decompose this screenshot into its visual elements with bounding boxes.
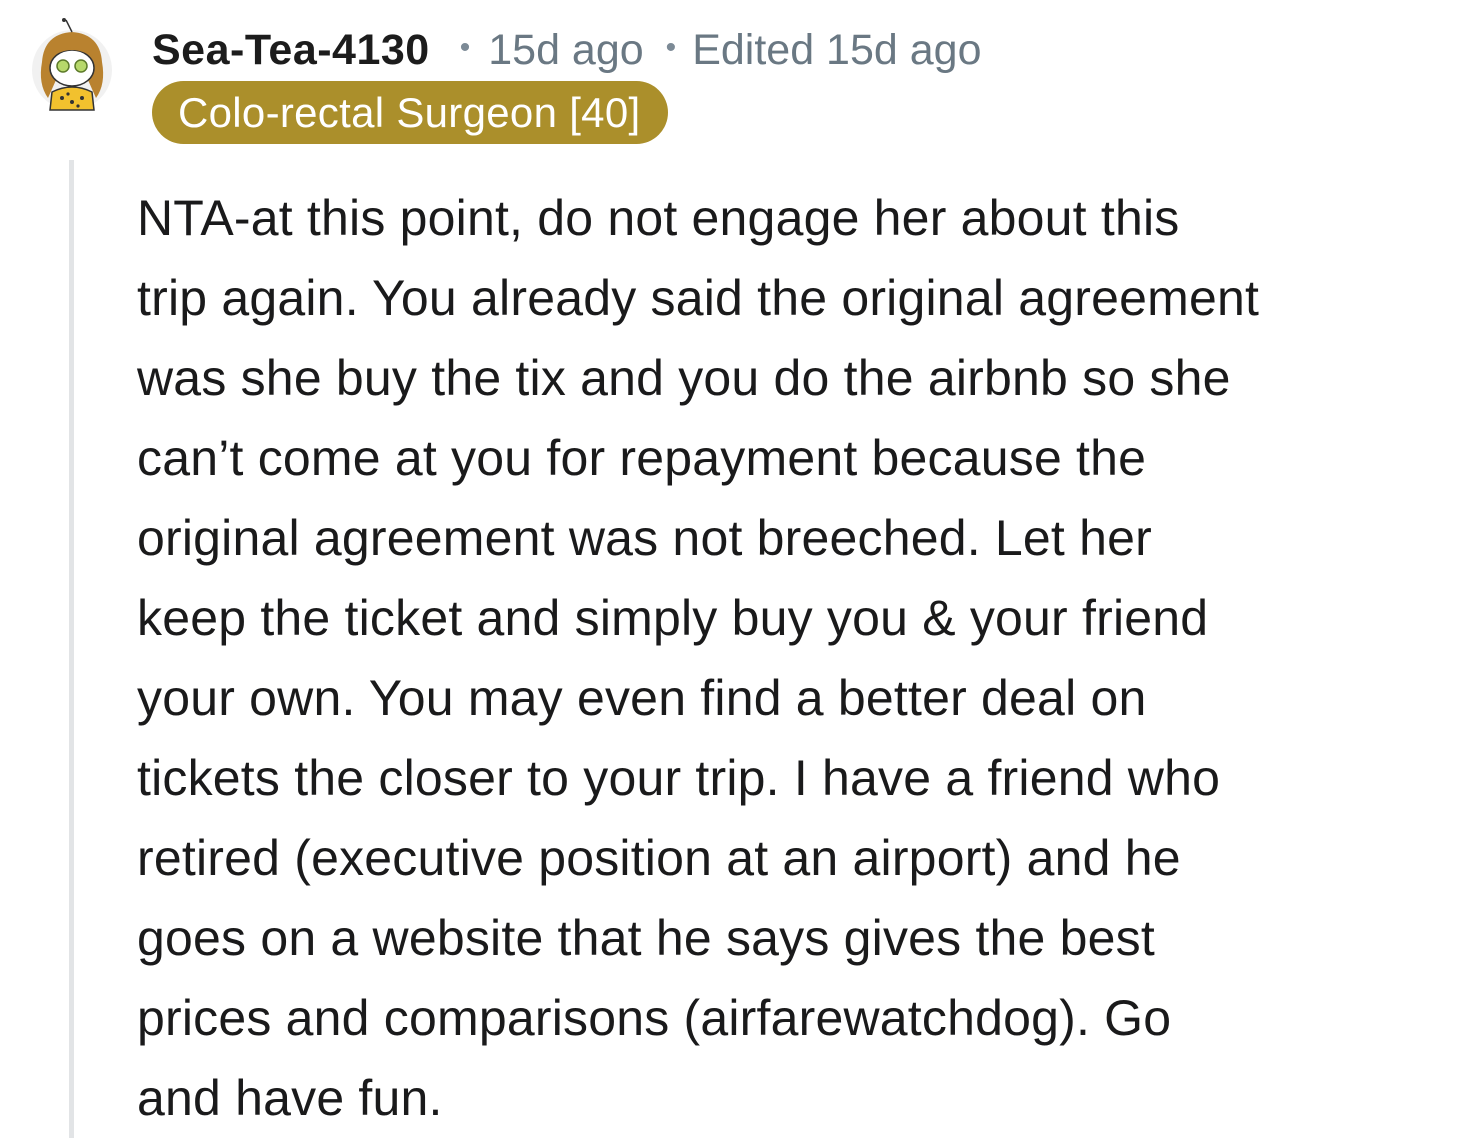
edited-timestamp: Edited 15d ago xyxy=(692,25,982,74)
thread-collapse-line[interactable] xyxy=(69,160,74,1138)
comment-text-line: keep the ticket and simply buy you & you… xyxy=(137,590,1209,646)
meta-separator: • xyxy=(459,31,471,64)
comment-text-line: original agreement was not breeched. Let… xyxy=(137,510,1152,566)
comment-text-line: your own. You may even find a better dea… xyxy=(137,670,1147,726)
author-username[interactable]: Sea-Tea-4130 xyxy=(152,26,430,75)
comment-body: NTA-at this point, do not engage her abo… xyxy=(137,178,1447,1138)
comment-text-line: tickets the closer to your trip. I have … xyxy=(137,750,1221,806)
comment-text-line: NTA-at this point, do not engage her abo… xyxy=(137,190,1180,246)
meta-separator: • xyxy=(665,31,677,64)
comment-text-line: goes on a website that he says gives the… xyxy=(137,910,1155,966)
comment-text-line: prices and comparisons (airfarewatchdog)… xyxy=(137,990,1172,1046)
comment-text-line: was she buy the tix and you do the airbn… xyxy=(137,350,1231,406)
comment-age[interactable]: 15d ago xyxy=(488,26,643,75)
comment-text-line: trip again. You already said the origina… xyxy=(137,270,1260,326)
user-flair: Colo-rectal Surgeon [40] xyxy=(152,81,669,144)
snoo-avatar-icon xyxy=(32,18,112,111)
comment-text-line: retired (executive position at an airpor… xyxy=(137,830,1181,886)
comment-text-line: can’t come at you for repayment because … xyxy=(137,430,1147,486)
comment-text-line: and have fun. xyxy=(137,1070,443,1126)
comment-header: Sea-Tea-4130 • 15d ago • Edited 15d ago xyxy=(152,22,982,78)
user-avatar[interactable] xyxy=(26,18,118,114)
